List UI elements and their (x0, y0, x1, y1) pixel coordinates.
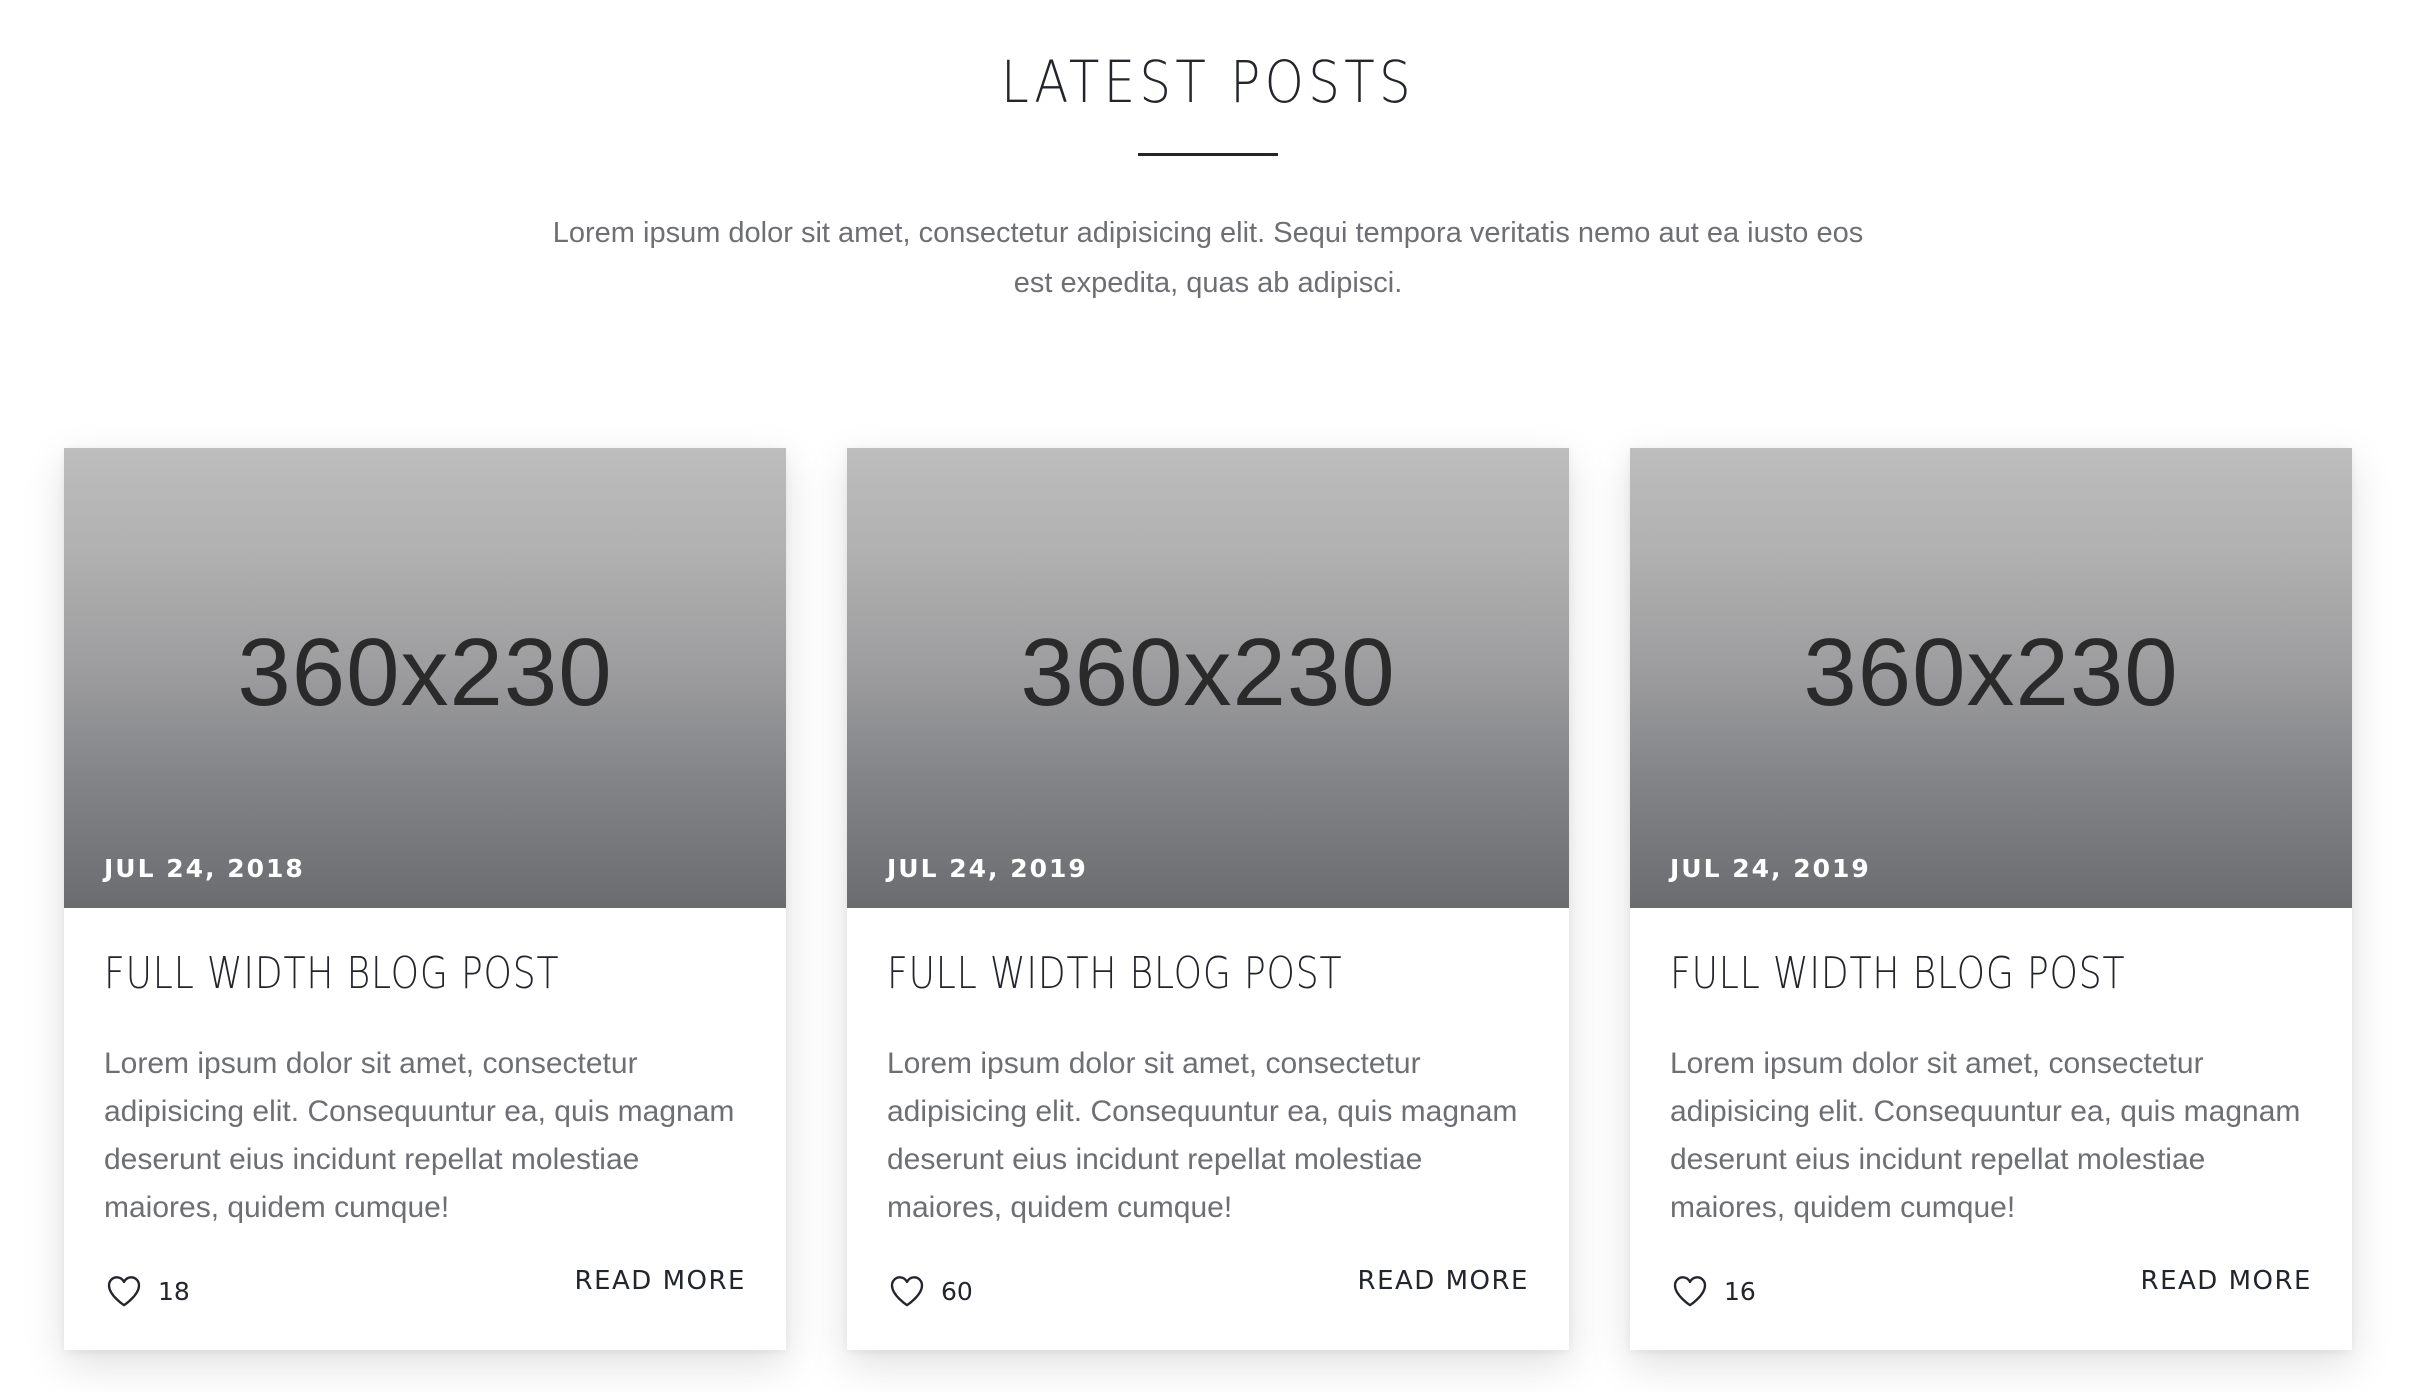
read-more-link[interactable]: READ MORE (575, 1266, 746, 1296)
title-underline (1138, 153, 1278, 156)
section-title: LATEST POSTS (1001, 48, 1415, 116)
post-title[interactable]: FULL WIDTH BLOG POST (104, 948, 629, 999)
like-button[interactable]: 60 (887, 1266, 973, 1316)
section-intro-line-1: Lorem ipsum dolor sit amet, consectetur … (552, 217, 1864, 249)
section-intro-line-2: est expedita, quas ab adipisci. (1013, 267, 1403, 299)
post-date: JUL 24, 2018 (104, 854, 305, 883)
image-size-label: 360x230 (237, 619, 613, 726)
post-title[interactable]: FULL WIDTH BLOG POST (1670, 948, 2195, 999)
post-excerpt: Lorem ipsum dolor sit amet, consectetur … (887, 1047, 1518, 1224)
section-intro: Lorem ipsum dolor sit amet, consectetur … (508, 208, 1908, 308)
like-count: 60 (941, 1276, 973, 1306)
like-count: 16 (1724, 1276, 1756, 1306)
post-card: 360x230 JUL 24, 2019 FULL WIDTH BLOG POS… (1630, 448, 2352, 1350)
heart-icon (107, 1276, 141, 1307)
post-image-placeholder[interactable]: 360x230 JUL 24, 2019 (1630, 448, 2352, 908)
image-size-label: 360x230 (1020, 619, 1396, 726)
read-more-link[interactable]: READ MORE (1358, 1266, 1529, 1296)
like-button[interactable]: 16 (1670, 1266, 1756, 1316)
post-date: JUL 24, 2019 (887, 854, 1088, 883)
post-image-placeholder[interactable]: 360x230 JUL 24, 2018 (64, 448, 786, 908)
post-card: 360x230 JUL 24, 2019 FULL WIDTH BLOG POS… (847, 448, 1569, 1350)
like-count: 18 (158, 1276, 190, 1306)
post-image-placeholder[interactable]: 360x230 JUL 24, 2019 (847, 448, 1569, 908)
latest-posts-section: LATEST POSTS Lorem ipsum dolor sit amet,… (0, 0, 2416, 1392)
post-footer: 60 READ MORE (887, 1266, 1529, 1316)
like-button[interactable]: 18 (104, 1266, 190, 1316)
post-date: JUL 24, 2019 (1670, 854, 1871, 883)
post-footer: 18 READ MORE (104, 1266, 746, 1316)
post-excerpt: Lorem ipsum dolor sit amet, consectetur … (1670, 1047, 2301, 1224)
heart-icon (890, 1276, 924, 1307)
image-size-label: 360x230 (1803, 619, 2179, 726)
post-footer: 16 READ MORE (1670, 1266, 2312, 1316)
post-title[interactable]: FULL WIDTH BLOG POST (887, 948, 1412, 999)
post-excerpt: Lorem ipsum dolor sit amet, consectetur … (104, 1047, 735, 1224)
heart-icon (1673, 1276, 1707, 1307)
post-card: 360x230 JUL 24, 2018 FULL WIDTH BLOG POS… (64, 448, 786, 1350)
read-more-link[interactable]: READ MORE (2141, 1266, 2312, 1296)
